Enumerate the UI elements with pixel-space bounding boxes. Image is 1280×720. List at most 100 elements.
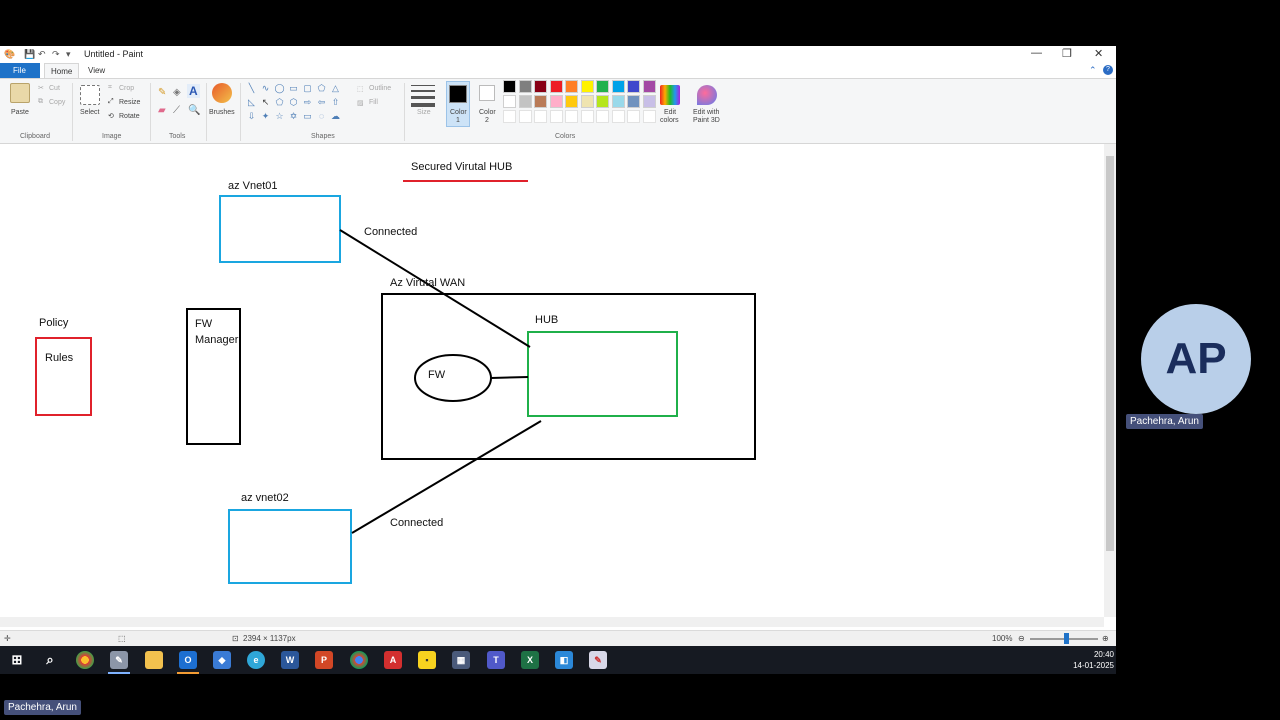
eraser-icon[interactable]: ▰ [158, 105, 166, 116]
powerpoint-icon[interactable]: P [315, 651, 333, 669]
brushes-label[interactable]: Brushes [209, 109, 235, 116]
custom-color-slot[interactable] [534, 110, 547, 123]
close-button[interactable]: ✕ [1094, 47, 1103, 60]
cut-icon[interactable]: ✂ [38, 84, 44, 92]
callout-oval-icon[interactable]: ◌ [315, 111, 328, 121]
color-swatch[interactable] [518, 80, 532, 93]
paint3d-icon[interactable] [697, 85, 717, 105]
file-menu[interactable]: File [0, 63, 40, 78]
color-swatch[interactable] [642, 95, 656, 108]
horizontal-scrollbar[interactable] [0, 617, 1104, 627]
file-explorer-icon[interactable] [145, 651, 163, 669]
color-swatch[interactable] [565, 80, 578, 93]
collapse-ribbon-icon[interactable]: ⌃ [1089, 65, 1097, 76]
color-swatch[interactable] [627, 95, 640, 108]
zoom-out-icon[interactable]: ⊖ [1018, 634, 1025, 643]
triangle-shape-icon[interactable]: △ [329, 83, 342, 94]
five-point-star-icon[interactable]: ☆ [273, 111, 286, 122]
curve-shape-icon[interactable]: ∿ [259, 83, 272, 94]
system-clock[interactable]: 20:40 14-01-2025 [1064, 649, 1114, 671]
color-swatch[interactable] [503, 80, 516, 93]
paint-taskbar-icon[interactable]: ✎ [110, 651, 128, 669]
cut-label[interactable]: Cut [49, 85, 60, 92]
rectangle-shape-icon[interactable]: ▭ [287, 83, 300, 94]
copy-label[interactable]: Copy [49, 99, 65, 106]
crop-label[interactable]: Crop [119, 85, 134, 92]
magnifier-icon[interactable]: 🔍 [188, 105, 200, 116]
color-swatch[interactable] [580, 95, 594, 108]
custom-color-slot[interactable] [580, 110, 594, 123]
color-swatch[interactable] [611, 80, 625, 93]
callout-rect-icon[interactable]: ▭ [301, 111, 314, 122]
tab-view[interactable]: View [82, 63, 111, 78]
color-swatch[interactable] [642, 80, 656, 93]
custom-color-slot[interactable] [596, 110, 609, 123]
color-swatch[interactable] [549, 80, 563, 93]
paint-alt-icon[interactable]: ✎ [589, 651, 607, 669]
color-swatch[interactable] [596, 80, 609, 93]
color-swatch[interactable] [580, 80, 594, 93]
right-arrow-shape-icon[interactable]: ⇨ [301, 97, 314, 108]
word-icon[interactable]: W [281, 651, 299, 669]
up-arrow-shape-icon[interactable]: ⇧ [329, 97, 342, 108]
fill-button[interactable]: Fill [369, 99, 378, 106]
color-swatch[interactable] [565, 95, 578, 108]
text-tool-icon[interactable]: A [187, 84, 200, 98]
redo-icon[interactable]: ↷ [52, 49, 60, 60]
fill-shape-icon[interactable]: ▨ [357, 99, 364, 107]
crop-icon[interactable]: ⌗ [108, 84, 112, 92]
restore-button[interactable]: ❐ [1062, 47, 1072, 60]
custom-color-slot[interactable] [611, 110, 625, 123]
start-icon[interactable]: ⊞ [8, 651, 26, 669]
calculator-icon[interactable]: ▦ [452, 651, 470, 669]
color-swatch[interactable] [534, 80, 547, 93]
oval-shape-icon[interactable]: ◯ [273, 83, 286, 94]
outline-icon[interactable]: ⬚ [357, 85, 364, 93]
resize-icon[interactable]: ⤢ [108, 98, 114, 106]
search-icon[interactable]: ⌕ [41, 651, 59, 669]
excel-icon[interactable]: X [521, 651, 539, 669]
edge-icon[interactable]: e [247, 651, 265, 669]
vertical-scrollbar[interactable] [1104, 144, 1116, 617]
custom-color-slot[interactable] [627, 110, 640, 123]
select-icon[interactable] [80, 85, 100, 105]
chrome-icon[interactable] [76, 651, 94, 669]
right-triangle-shape-icon[interactable]: ◺ [245, 97, 258, 108]
custom-color-slot[interactable] [565, 110, 578, 123]
six-point-star-icon[interactable]: ✡ [287, 111, 300, 122]
rounded-rectangle-shape-icon[interactable]: ▢ [301, 83, 314, 94]
custom-color-slot[interactable] [642, 110, 656, 123]
color-swatch[interactable] [611, 95, 625, 108]
help-icon[interactable]: ? [1103, 65, 1113, 75]
pentagon-shape-icon[interactable]: ⬠ [273, 97, 286, 108]
color-swatch[interactable] [596, 95, 609, 108]
color-swatch[interactable] [549, 95, 563, 108]
custom-color-slot[interactable] [503, 110, 516, 123]
hexagon-shape-icon[interactable]: ⬡ [287, 97, 300, 108]
color-swatch[interactable] [627, 80, 640, 93]
app-icon[interactable]: ◆ [213, 651, 231, 669]
resize-label[interactable]: Resize [119, 99, 140, 106]
brushes-icon[interactable] [212, 83, 232, 103]
color-swatch[interactable] [534, 95, 547, 108]
acrobat-icon[interactable]: A [384, 651, 402, 669]
zoom-slider-thumb[interactable] [1064, 633, 1069, 644]
sticky-notes-icon[interactable]: ▪ [418, 651, 436, 669]
line-shape-icon[interactable]: ╲ [245, 83, 258, 94]
color-swatch[interactable] [503, 95, 516, 108]
select-label[interactable]: Select [80, 109, 99, 116]
color2-swatch[interactable] [479, 85, 495, 101]
quick-access-dropdown-icon[interactable]: ▾ [66, 49, 71, 60]
vertical-scroll-thumb[interactable] [1106, 156, 1114, 551]
down-arrow-shape-icon[interactable]: ⇩ [245, 111, 258, 122]
rotate-icon[interactable]: ⟲ [108, 112, 114, 120]
edit-colors-icon[interactable] [660, 85, 680, 105]
size-icon[interactable] [411, 85, 435, 107]
zoom-in-icon[interactable]: ⊕ [1102, 634, 1109, 643]
callout-cloud-icon[interactable]: ☁ [329, 111, 342, 122]
drawing-canvas[interactable]: Secured Virutal HUB az Vnet01 Connected … [0, 144, 1116, 631]
copy-icon[interactable]: ⧉ [38, 98, 43, 106]
color-swatch[interactable] [518, 95, 532, 108]
color-picker-icon[interactable]: ⟋ [173, 105, 180, 116]
remote-desktop-icon[interactable]: ◧ [555, 651, 573, 669]
